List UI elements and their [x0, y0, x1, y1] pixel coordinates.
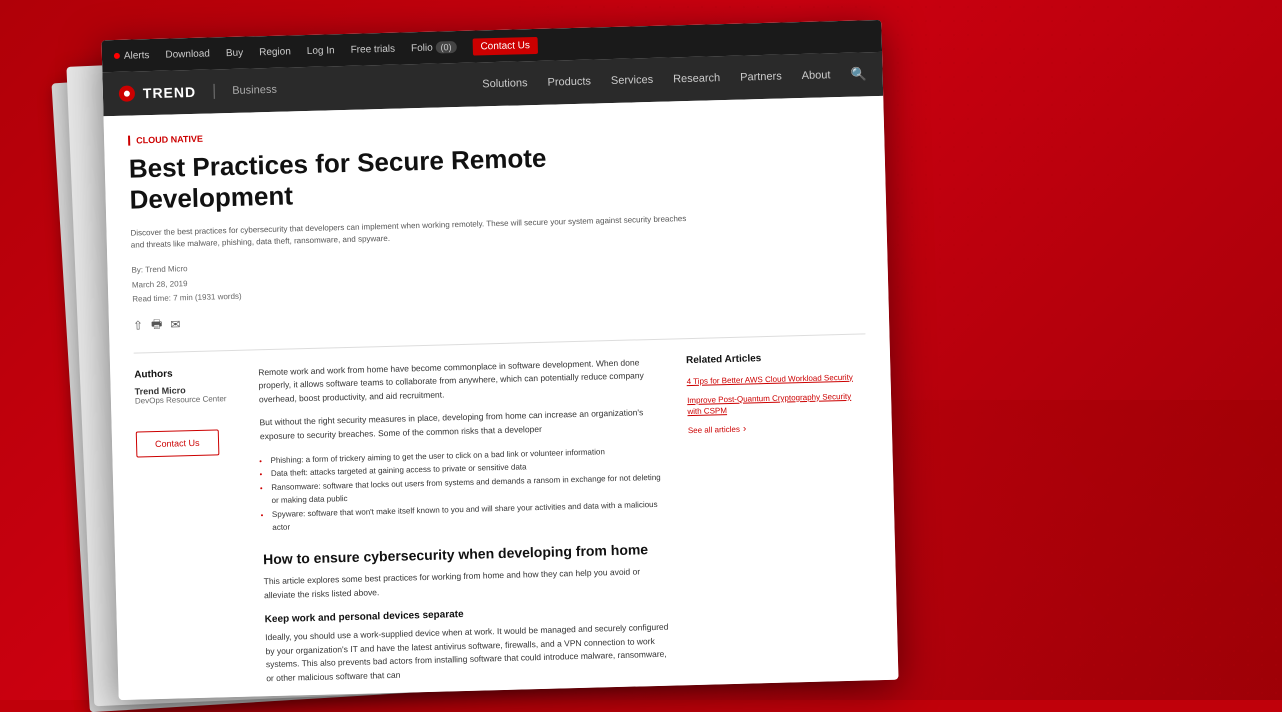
article-title: Best Practices for Secure Remote Develop… — [128, 142, 589, 216]
two-column-layout: Authors Trend Micro DevOps Resource Cent… — [134, 350, 874, 699]
logo-business-label: Business — [232, 84, 277, 97]
related-article-2[interactable]: Improve Post-Quantum Cryptography Securi… — [687, 390, 868, 417]
contact-us-sidebar-button[interactable]: Contact Us — [136, 429, 219, 457]
alerts-item: Alerts — [114, 50, 150, 62]
see-all-articles-link[interactable]: See all articles › — [688, 421, 868, 437]
article-area: Cloud Native Best Practices for Secure R… — [103, 96, 898, 700]
authors-heading: Authors — [134, 367, 234, 381]
nav-partners[interactable]: Partners — [740, 71, 782, 84]
search-icon[interactable]: 🔍 — [850, 66, 867, 82]
folio-badge: (0) — [435, 41, 456, 54]
folio-link[interactable]: Folio (0) — [411, 42, 457, 54]
article-description: Discover the best practices for cybersec… — [130, 213, 690, 252]
related-articles-sidebar: Related Articles 4 Tips for Better AWS C… — [686, 350, 875, 685]
left-sidebar: Authors Trend Micro DevOps Resource Cent… — [134, 367, 243, 700]
section1-intro: This article explores some best practice… — [264, 565, 669, 603]
author-role: DevOps Resource Center — [135, 394, 235, 406]
nav-research[interactable]: Research — [673, 72, 720, 85]
nav-solutions[interactable]: Solutions — [482, 77, 528, 90]
alert-dot — [114, 53, 120, 59]
main-nav-links: Solutions Products Services Research Par… — [482, 66, 867, 92]
region-link[interactable]: Region — [259, 46, 291, 58]
article-meta: By: Trend Micro March 28, 2019 Read time… — [131, 245, 864, 307]
section2-body: Ideally, you should use a work-supplied … — [265, 621, 670, 686]
nav-about[interactable]: About — [802, 69, 831, 82]
buy-link[interactable]: Buy — [226, 47, 244, 58]
logo-circle — [119, 85, 135, 101]
intro-paragraph-2: But without the right security measures … — [259, 406, 664, 444]
contact-us-top-button[interactable]: Contact Us — [472, 36, 538, 55]
risks-list: Phishing: a form of trickery aiming to g… — [270, 443, 666, 535]
share-icon[interactable]: ⇧ — [133, 318, 143, 332]
see-all-arrow-icon: › — [743, 424, 747, 435]
authors-section: Authors Trend Micro DevOps Resource Cent… — [134, 367, 235, 406]
see-all-label: See all articles — [688, 425, 740, 435]
article-body: Remote work and work from home have beco… — [258, 355, 671, 696]
logo-brand-text: TREND — [143, 84, 197, 101]
alerts-link[interactable]: Alerts — [124, 50, 150, 62]
section-divider — [134, 333, 866, 353]
related-articles-title: Related Articles — [686, 350, 866, 366]
free-trials-link[interactable]: Free trials — [350, 43, 395, 55]
related-article-1[interactable]: 4 Tips for Better AWS Cloud Workload Sec… — [686, 371, 866, 387]
intro-paragraph-1: Remote work and work from home have beco… — [258, 355, 663, 406]
email-icon[interactable]: ✉ — [170, 317, 180, 331]
section1-heading: How to ensure cybersecurity when develop… — [263, 541, 667, 568]
logo-area[interactable]: TREND | Business — [119, 81, 277, 103]
nav-products[interactable]: Products — [547, 76, 591, 89]
article-category: Cloud Native — [128, 116, 860, 145]
download-link[interactable]: Download — [165, 48, 210, 60]
browser-window: Alerts Download Buy Region Log In Free t… — [101, 20, 898, 700]
login-link[interactable]: Log In — [307, 45, 335, 57]
nav-services[interactable]: Services — [611, 74, 653, 87]
logo-divider: | — [212, 82, 217, 100]
print-icon[interactable]: 🖶 — [151, 314, 163, 335]
